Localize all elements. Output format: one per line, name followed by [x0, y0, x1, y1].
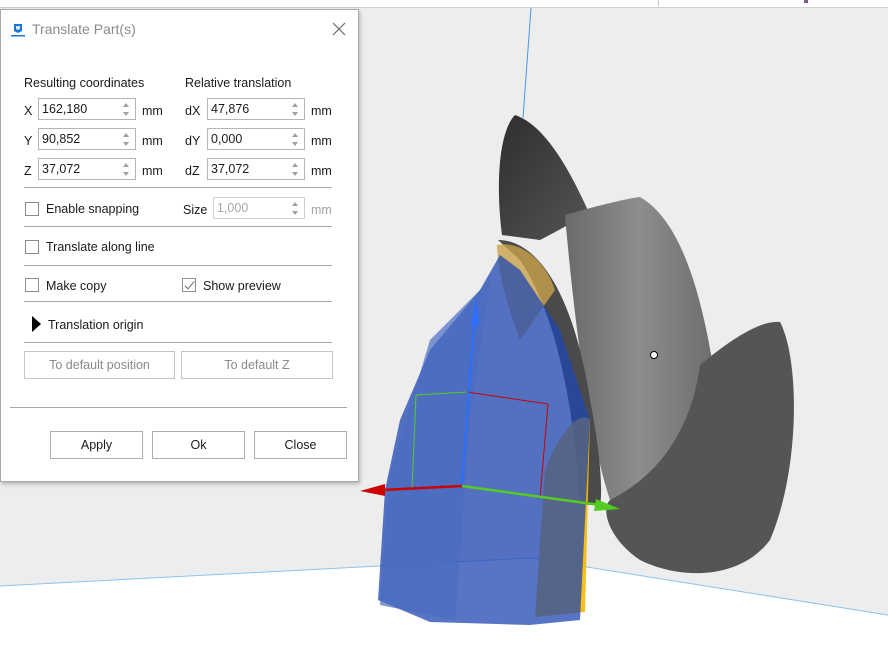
- dx-input[interactable]: [208, 99, 288, 119]
- translate-along-line-checkbox[interactable]: [25, 240, 39, 254]
- gizmo-x-arrowhead: [360, 484, 385, 496]
- dy-unit: mm: [311, 134, 332, 148]
- resulting-coordinates-heading: Resulting coordinates: [24, 76, 145, 90]
- x-unit: mm: [142, 104, 163, 118]
- y-label: Y: [24, 134, 33, 148]
- dz-spinbox[interactable]: [207, 158, 305, 180]
- x-coordinate-input[interactable]: [39, 99, 119, 119]
- spin-down-icon[interactable]: [292, 211, 298, 215]
- to-default-z-button[interactable]: To default Z: [181, 351, 333, 379]
- close-icon[interactable]: [330, 20, 348, 38]
- relative-translation-heading: Relative translation: [185, 76, 292, 90]
- dialog-titlebar[interactable]: Translate Part(s): [1, 10, 358, 50]
- z-label: Z: [24, 164, 32, 178]
- spin-up-icon[interactable]: [292, 133, 298, 137]
- show-preview-checkbox[interactable]: [182, 278, 196, 292]
- spin-up-icon[interactable]: [123, 103, 129, 107]
- snap-size-spin-arrows[interactable]: [291, 201, 300, 215]
- spin-down-icon[interactable]: [123, 142, 129, 146]
- dz-label: dZ: [185, 164, 200, 178]
- dy-label: dY: [185, 134, 201, 148]
- enable-snapping-label[interactable]: Enable snapping: [46, 202, 139, 216]
- divider: [24, 342, 332, 343]
- dx-label: dX: [185, 104, 201, 118]
- app-logo-icon: [11, 24, 25, 37]
- x-spin-arrows[interactable]: [122, 102, 131, 116]
- dy-spinbox[interactable]: [207, 128, 305, 150]
- divider: [24, 226, 332, 227]
- spin-up-icon[interactable]: [123, 133, 129, 137]
- snap-size-input[interactable]: [214, 198, 294, 218]
- dz-input[interactable]: [208, 159, 288, 179]
- z-spin-arrows[interactable]: [122, 162, 131, 176]
- close-button[interactable]: Close: [254, 431, 347, 459]
- spin-down-icon[interactable]: [123, 172, 129, 176]
- z-coordinate-input[interactable]: [39, 159, 119, 179]
- spin-down-icon[interactable]: [292, 142, 298, 146]
- z-coordinate-spinbox[interactable]: [38, 158, 136, 180]
- dz-unit: mm: [311, 164, 332, 178]
- translate-parts-dialog: Translate Part(s) Resulting coordinates …: [0, 9, 359, 482]
- vertical-axis-line: [522, 8, 532, 119]
- divider: [10, 407, 347, 408]
- ok-button[interactable]: Ok: [152, 431, 245, 459]
- dz-spin-arrows[interactable]: [291, 162, 300, 176]
- make-copy-label[interactable]: Make copy: [46, 279, 106, 293]
- spin-down-icon[interactable]: [123, 112, 129, 116]
- enable-snapping-checkbox[interactable]: [25, 202, 39, 216]
- dx-spinbox[interactable]: [207, 98, 305, 120]
- divider: [24, 301, 332, 302]
- show-preview-label[interactable]: Show preview: [203, 279, 281, 293]
- x-coordinate-spinbox[interactable]: [38, 98, 136, 120]
- app-toolbar-strip: [0, 0, 888, 8]
- translate-along-line-label[interactable]: Translate along line: [46, 240, 155, 254]
- dialog-title: Translate Part(s): [32, 21, 136, 37]
- spin-up-icon[interactable]: [292, 103, 298, 107]
- toolbar-icon-fragment: [804, 0, 808, 3]
- y-coordinate-spinbox[interactable]: [38, 128, 136, 150]
- x-label: X: [24, 104, 33, 118]
- spin-up-icon[interactable]: [123, 163, 129, 167]
- spin-down-icon[interactable]: [292, 112, 298, 116]
- y-coordinate-input[interactable]: [39, 129, 119, 149]
- snap-size-label: Size: [183, 203, 208, 217]
- dy-input[interactable]: [208, 129, 288, 149]
- dx-unit: mm: [311, 104, 332, 118]
- y-unit: mm: [142, 134, 163, 148]
- spin-up-icon[interactable]: [292, 202, 298, 206]
- dy-spin-arrows[interactable]: [291, 132, 300, 146]
- toolbar-separator: [658, 0, 659, 6]
- screen: Translate Part(s) Resulting coordinates …: [0, 0, 888, 669]
- divider: [24, 187, 332, 188]
- divider: [24, 265, 332, 266]
- apply-button[interactable]: Apply: [50, 431, 143, 459]
- make-copy-checkbox[interactable]: [25, 278, 39, 292]
- snap-size-unit: mm: [311, 203, 332, 217]
- dx-spin-arrows[interactable]: [291, 102, 300, 116]
- snap-size-spinbox[interactable]: [213, 197, 305, 219]
- to-default-position-button[interactable]: To default position: [24, 351, 175, 379]
- translation-origin-label[interactable]: Translation origin: [48, 318, 143, 332]
- z-unit: mm: [142, 164, 163, 178]
- expand-triangle-icon[interactable]: [32, 316, 41, 332]
- spin-down-icon[interactable]: [292, 172, 298, 176]
- y-spin-arrows[interactable]: [122, 132, 131, 146]
- spin-up-icon[interactable]: [292, 163, 298, 167]
- model-pivot-marker: [650, 351, 658, 359]
